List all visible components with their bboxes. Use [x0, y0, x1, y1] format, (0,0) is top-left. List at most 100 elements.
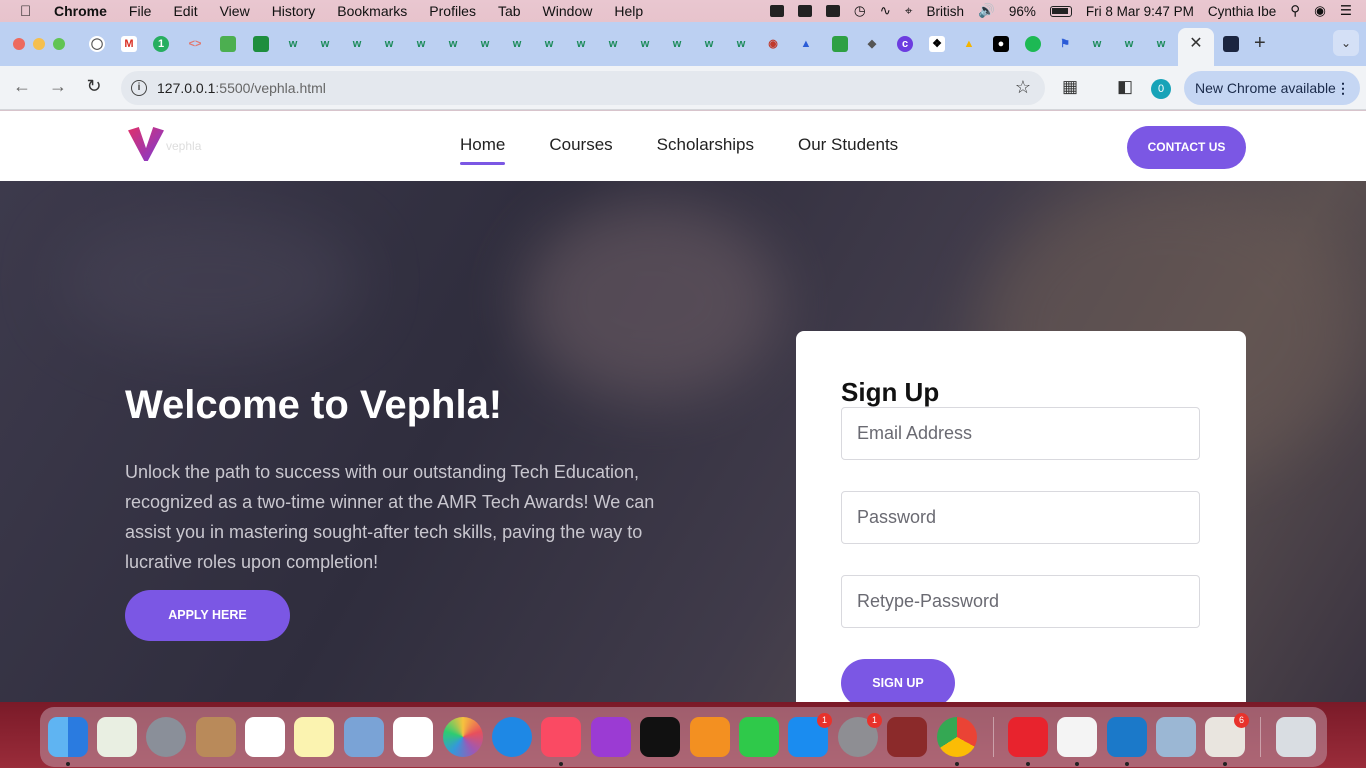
notes-icon[interactable] [294, 717, 334, 757]
site-info-icon[interactable]: i [131, 80, 147, 96]
menu-file[interactable]: File [129, 3, 152, 19]
medium-tab-icon[interactable]: ● [993, 36, 1009, 52]
menu-edit[interactable]: Edit [173, 3, 197, 19]
codepen-tab-icon[interactable]: ❖ [929, 36, 945, 52]
menu-tab[interactable]: Tab [498, 3, 521, 19]
w-tab-icon[interactable]: w [381, 36, 397, 52]
clock[interactable]: Fri 8 Mar 9:47 PM [1086, 4, 1194, 19]
menu-bookmarks[interactable]: Bookmarks [337, 3, 407, 19]
menu-profiles[interactable]: Profiles [429, 3, 476, 19]
chrome-icon[interactable] [937, 717, 977, 757]
chrome-tab-icon[interactable]: ◯ [89, 36, 105, 52]
menu-history[interactable]: History [272, 3, 316, 19]
nav-courses[interactable]: Courses [549, 135, 612, 163]
menu-window[interactable]: Window [543, 3, 593, 19]
podcasts-icon[interactable] [591, 717, 631, 757]
tab-icon[interactable] [1223, 36, 1239, 52]
preview-icon[interactable] [344, 717, 384, 757]
calendar-icon[interactable] [245, 717, 285, 757]
w-tab-icon[interactable]: w [413, 36, 429, 52]
facetime-icon[interactable] [739, 717, 779, 757]
user-name[interactable]: Cynthia Ibe [1208, 4, 1276, 19]
sign-up-button[interactable]: SIGN UP [841, 659, 955, 702]
url-text[interactable]: 127.0.0.1:5500/vephla.html [157, 80, 326, 96]
active-tab-close-button[interactable]: ✕ [1178, 28, 1214, 66]
video-recorder-icon[interactable] [1008, 717, 1048, 757]
vephla-logo[interactable]: vephla [128, 127, 218, 167]
launchpad-icon[interactable] [146, 717, 186, 757]
nav-home[interactable]: Home [460, 135, 506, 165]
w-tab-icon[interactable]: w [1121, 36, 1137, 52]
app-store-icon[interactable]: 1 [788, 713, 832, 757]
apply-here-button[interactable]: APPLY HERE [125, 590, 290, 641]
flag-tab-icon[interactable]: ⚑ [1057, 36, 1073, 52]
system-settings-icon[interactable]: 1 [838, 713, 882, 757]
tab-icon[interactable] [253, 36, 269, 52]
w-tab-icon[interactable]: w [637, 36, 653, 52]
new-tab-button[interactable]: + [1254, 32, 1266, 55]
w-tab-icon[interactable]: w [701, 36, 717, 52]
maps-icon[interactable] [97, 717, 137, 757]
tab-icon[interactable]: ▲ [798, 36, 814, 52]
contacts-icon[interactable] [196, 717, 236, 757]
w-tab-icon[interactable]: w [285, 36, 301, 52]
vscode-icon[interactable] [1107, 717, 1147, 757]
reload-button[interactable]: ↻ [82, 76, 106, 97]
status-app-icon[interactable] [825, 5, 840, 17]
wifi-icon[interactable]: ⌖ [905, 3, 913, 19]
w-tab-icon[interactable]: w [317, 36, 333, 52]
back-button[interactable]: ← [10, 76, 34, 97]
battery-icon[interactable] [1049, 5, 1072, 17]
trash-icon[interactable] [1276, 717, 1316, 757]
menu-app-name[interactable]: Chrome [54, 3, 107, 19]
meet-tab-icon[interactable] [220, 36, 236, 52]
downloads-icon[interactable]: 6 [1205, 713, 1249, 757]
finder-icon[interactable] [48, 717, 88, 757]
address-bar[interactable]: i 127.0.0.1:5500/vephla.html ☆ [121, 71, 1045, 105]
w-tab-icon[interactable]: w [477, 36, 493, 52]
tab-icon[interactable]: ◆ [864, 36, 880, 52]
image-viewer-icon[interactable] [1156, 717, 1196, 757]
input-source[interactable]: British [927, 4, 965, 19]
retype-password-field[interactable] [841, 575, 1200, 628]
w-tab-icon[interactable]: w [509, 36, 525, 52]
minimize-window-button[interactable] [33, 38, 45, 50]
w-tab-icon[interactable]: w [1089, 36, 1105, 52]
code-tab-icon[interactable]: <> [187, 36, 203, 52]
music-icon[interactable] [541, 717, 581, 757]
menu-view[interactable]: View [220, 3, 250, 19]
tab-icon[interactable]: 1 [153, 36, 169, 52]
more-menu-icon[interactable]: ⋮ [1336, 71, 1350, 105]
battery-percent[interactable]: 96% [1009, 4, 1036, 19]
w-tab-icon[interactable]: w [445, 36, 461, 52]
books-icon[interactable] [690, 717, 730, 757]
drive-tab-icon[interactable]: ▲ [961, 36, 977, 52]
time-machine-icon[interactable]: ◷ [854, 3, 866, 19]
w-tab-icon[interactable]: w [349, 36, 365, 52]
safari-icon[interactable] [492, 717, 532, 757]
tab-icon[interactable]: c [897, 36, 913, 52]
apple-menu-icon[interactable]:  [20, 3, 40, 20]
menu-help[interactable]: Help [614, 3, 643, 19]
nav-scholarships[interactable]: Scholarships [657, 135, 754, 163]
photos-icon[interactable] [443, 717, 483, 757]
volume-icon[interactable]: 🔊 [978, 3, 995, 19]
w-tab-icon[interactable]: w [669, 36, 685, 52]
w-tab-icon[interactable]: w [541, 36, 557, 52]
spotlight-search-icon[interactable]: ⚲ [1290, 3, 1300, 19]
w-tab-icon[interactable]: w [605, 36, 621, 52]
email-field[interactable] [841, 407, 1200, 460]
w-tab-icon[interactable]: w [733, 36, 749, 52]
password-field[interactable] [841, 491, 1200, 544]
side-panel-icon[interactable]: ◧ [1117, 77, 1133, 97]
control-center-icon[interactable]: ☰ [1340, 3, 1352, 19]
tab-icon[interactable]: ◉ [765, 36, 781, 52]
close-window-button[interactable] [13, 38, 25, 50]
w-tab-icon[interactable]: w [573, 36, 589, 52]
bookmark-star-icon[interactable]: ☆ [1015, 77, 1031, 98]
profile-avatar[interactable]: 0 [1151, 79, 1171, 99]
dictionary-icon[interactable] [887, 717, 927, 757]
siri-icon[interactable]: ◉ [1314, 3, 1326, 19]
gmail-tab-icon[interactable]: M [121, 36, 137, 52]
activity-icon[interactable]: ∿ [880, 3, 891, 19]
